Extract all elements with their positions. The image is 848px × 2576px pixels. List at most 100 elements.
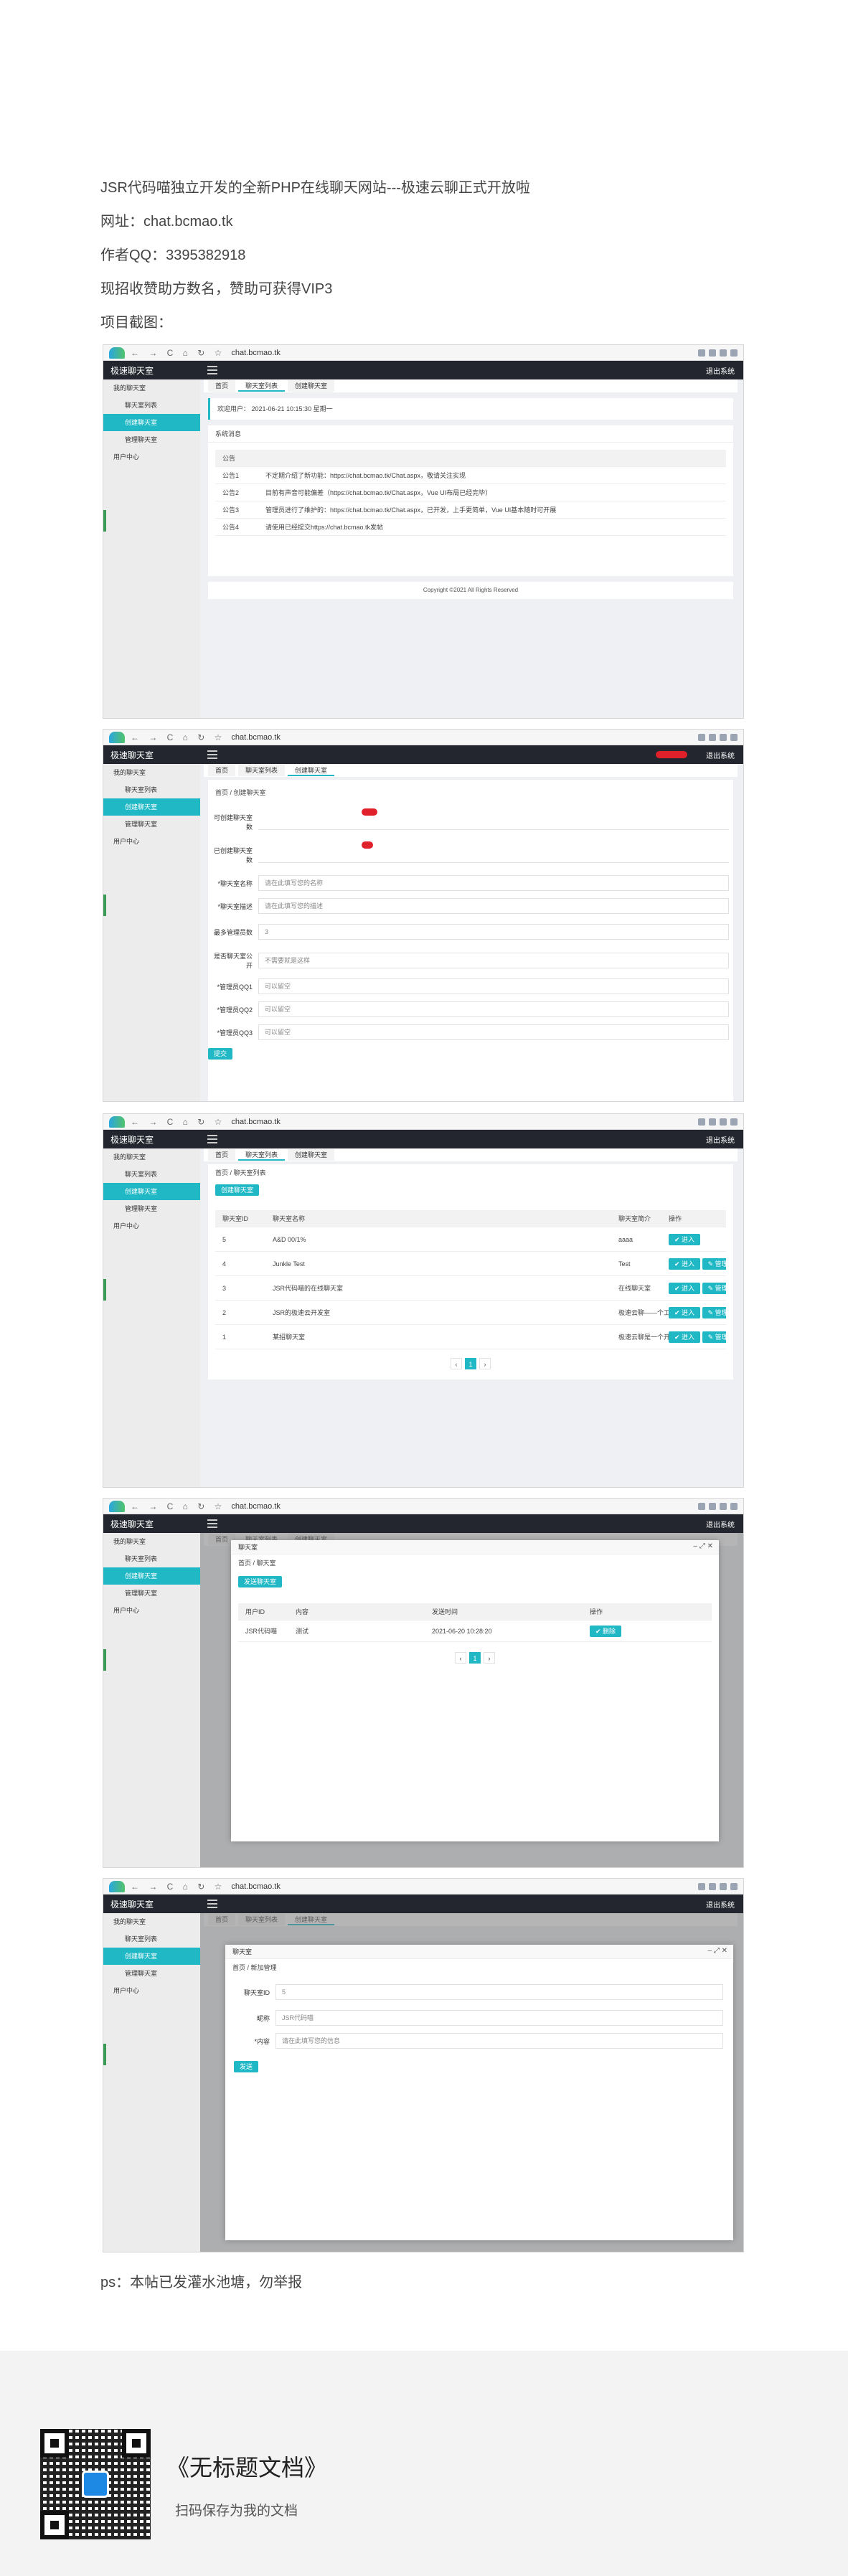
screenshot-home: ← → C ⌂ ↻ ☆ chat.bcmao.tk 极速聊天室 退出系统 我的聊… <box>103 344 744 719</box>
sidebar-item-create-room[interactable]: 创建聊天室 <box>103 414 200 431</box>
sidebar-item-manage-room[interactable]: 管理聊天室 <box>103 431 200 448</box>
browser-toolbar-icons <box>698 1502 738 1510</box>
screenshot-create-room: ← → C ⌂ ↻ ☆ chat.bcmao.tk 极速聊天室 退出系统 我的聊… <box>103 729 744 1102</box>
qr-code[interactable] <box>40 2429 151 2539</box>
browser-nav-icons[interactable]: ← → C ⌂ ↻ ☆ <box>131 1882 225 1892</box>
notice-card: 系统消息 公告 公告1 不定期介绍了新功能：https://chat.bcmao.… <box>208 425 733 576</box>
tab-bar: 首页 聊天室列表 创建聊天室 <box>204 1148 738 1161</box>
next-page-icon[interactable]: › <box>484 1652 495 1664</box>
intro-line-qq: 作者QQ：3395382918 <box>100 247 246 263</box>
browser-nav-icons[interactable]: ← → C ⌂ ↻ ☆ <box>131 1117 225 1127</box>
tab-room-list[interactable]: 聊天室列表 <box>238 380 286 392</box>
sidebar-item-manage-room[interactable]: 管理聊天室 <box>103 1200 200 1217</box>
next-page-icon[interactable]: › <box>479 1358 491 1369</box>
sidebar-item-my-rooms[interactable]: 我的聊天室 <box>103 379 200 397</box>
menu-toggle-icon[interactable] <box>207 1519 217 1528</box>
sidebar-item-my-rooms[interactable]: 我的聊天室 <box>103 1148 200 1166</box>
tab-home[interactable]: 首页 <box>208 1149 236 1161</box>
screenshot-room-messages: ← → C ⌂ ↻ ☆ chat.bcmao.tk 极速聊天室 退出系统 我的聊… <box>103 1498 744 1868</box>
breadcrumb: 首页 / 新加管理 <box>232 1964 277 1971</box>
sidebar-item-user-center[interactable]: 用户中心 <box>103 448 200 466</box>
manage-button[interactable]: ✎ 管理 <box>702 1331 726 1343</box>
sidebar-item-room-list[interactable]: 聊天室列表 <box>103 1930 200 1948</box>
ps-note: ps：本帖已发灌水池塘，勿举报 <box>100 2275 303 2290</box>
browser-url[interactable]: chat.bcmao.tk <box>231 1118 280 1126</box>
prev-page-icon[interactable]: ‹ <box>455 1652 466 1664</box>
sidebar-item-my-rooms[interactable]: 我的聊天室 <box>103 1533 200 1550</box>
sidebar-item-manage-room[interactable]: 管理聊天室 <box>103 816 200 833</box>
page-number[interactable]: 1 <box>469 1652 481 1664</box>
send-room-button[interactable]: 发送聊天室 <box>238 1576 283 1587</box>
sidebar-item-room-list[interactable]: 聊天室列表 <box>103 397 200 414</box>
browser-toolbar-icons <box>698 1882 738 1890</box>
browser-nav-icons[interactable]: ← → C ⌂ ↻ ☆ <box>131 1501 225 1511</box>
page-number[interactable]: 1 <box>465 1358 476 1369</box>
enter-button[interactable]: ✔ 进入 <box>669 1307 701 1318</box>
browser-url[interactable]: chat.bcmao.tk <box>231 349 280 357</box>
enter-button[interactable]: ✔ 进入 <box>669 1258 701 1270</box>
tab-create-room[interactable]: 创建聊天室 <box>288 765 335 776</box>
tab-create-room[interactable]: 创建聊天室 <box>288 1149 335 1161</box>
tab-room-list[interactable]: 聊天室列表 <box>238 765 286 776</box>
enter-button[interactable]: ✔ 进入 <box>669 1331 701 1343</box>
table-row: 3 JSR代码喵的在线聊天室 在线聊天室 ✔ 进入 ✎ 管理 <box>215 1276 726 1301</box>
sidebar-item-my-rooms[interactable]: 我的聊天室 <box>103 764 200 781</box>
browser-url[interactable]: chat.bcmao.tk <box>231 1502 280 1511</box>
welcome-text: 欢迎用户： 2021-06-21 10:15:30 星期一 <box>217 405 333 412</box>
manage-button[interactable]: ✎ 管理 <box>702 1283 726 1294</box>
breadcrumb: 首页 / 聊天室列表 <box>215 1169 266 1176</box>
menu-toggle-icon[interactable] <box>207 750 217 759</box>
sidebar-item-room-list[interactable]: 聊天室列表 <box>103 1550 200 1567</box>
sidebar-item-room-list[interactable]: 聊天室列表 <box>103 781 200 798</box>
app-topbar: 极速聊天室 退出系统 <box>103 361 743 379</box>
manage-button[interactable]: ✎ 管理 <box>702 1307 726 1318</box>
sidebar-item-create-room[interactable]: 创建聊天室 <box>103 1567 200 1585</box>
tab-create-room[interactable]: 创建聊天室 <box>288 380 335 392</box>
prev-page-icon[interactable]: ‹ <box>451 1358 462 1369</box>
submit-button[interactable]: 提交 <box>208 1048 233 1060</box>
menu-toggle-icon[interactable] <box>207 1135 217 1143</box>
create-room-button[interactable]: 创建聊天室 <box>215 1184 260 1196</box>
sidebar-item-create-room[interactable]: 创建聊天室 <box>103 1948 200 1965</box>
logout-link[interactable]: 退出系统 <box>706 1899 743 1910</box>
browser-nav-icons[interactable]: ← → C ⌂ ↻ ☆ <box>131 348 225 358</box>
browser-url[interactable]: chat.bcmao.tk <box>231 1882 280 1891</box>
edge-marker <box>103 2044 106 2065</box>
sidebar-item-my-rooms[interactable]: 我的聊天室 <box>103 1913 200 1930</box>
logout-link[interactable]: 退出系统 <box>706 1519 743 1529</box>
enter-button[interactable]: ✔ 进入 <box>669 1234 701 1245</box>
sidebar-item-create-room[interactable]: 创建聊天室 <box>103 798 200 816</box>
table-row: 2JSR的极速云开发室极速云聊——个工作室✔ 进入 ✎ 管理 <box>215 1301 726 1325</box>
close-icon[interactable]: – ⤢ ✕ <box>694 1542 714 1550</box>
close-icon[interactable]: – ⤢ ✕ <box>708 1947 728 1955</box>
browser-toolbar: ← → C ⌂ ↻ ☆ chat.bcmao.tk <box>103 345 743 361</box>
enter-button[interactable]: ✔ 进入 <box>669 1283 701 1294</box>
logout-link[interactable]: 退出系统 <box>706 1134 743 1145</box>
sidebar-item-create-room[interactable]: 创建聊天室 <box>103 1183 200 1200</box>
tab-home[interactable]: 首页 <box>208 765 236 776</box>
tab-home[interactable]: 首页 <box>208 380 236 392</box>
intro-line-website: 网址：chat.bcmao.tk <box>100 214 233 230</box>
logout-link[interactable]: 退出系统 <box>706 365 743 376</box>
browser-nav-icons[interactable]: ← → C ⌂ ↻ ☆ <box>131 732 225 742</box>
delete-button[interactable]: ✔ 删除 <box>590 1626 622 1637</box>
sidebar-item-manage-room[interactable]: 管理聊天室 <box>103 1965 200 1982</box>
send-button[interactable]: 发送 <box>234 2061 259 2072</box>
logout-link[interactable]: 退出系统 <box>706 750 743 760</box>
sidebar: 我的聊天室 聊天室列表 创建聊天室 管理聊天室 用户中心 <box>103 1148 200 1487</box>
sidebar-item-room-list[interactable]: 聊天室列表 <box>103 1166 200 1183</box>
room-list-card: 首页 / 聊天室列表 创建聊天室 聊天室ID 聊天室名称 聊天室简介 操作 5 A&D … <box>208 1164 733 1379</box>
sidebar-item-user-center[interactable]: 用户中心 <box>103 1217 200 1235</box>
browser-url[interactable]: chat.bcmao.tk <box>231 733 280 742</box>
sidebar-item-manage-room[interactable]: 管理聊天室 <box>103 1585 200 1602</box>
browser-toolbar: ← → C ⌂ ↻ ☆ chat.bcmao.tk <box>103 1879 743 1895</box>
menu-toggle-icon[interactable] <box>207 366 217 374</box>
browser-toolbar: ← → C ⌂ ↻ ☆ chat.bcmao.tk <box>103 730 743 745</box>
menu-toggle-icon[interactable] <box>207 1900 217 1908</box>
main-content: 首页 聊天室列表 创建聊天室 欢迎用户： 2021-06-21 10:15:30… <box>204 379 738 718</box>
sidebar-item-user-center[interactable]: 用户中心 <box>103 1602 200 1619</box>
manage-button[interactable]: ✎ 管理 <box>702 1258 726 1270</box>
tab-room-list[interactable]: 聊天室列表 <box>238 1149 286 1161</box>
sidebar-item-user-center[interactable]: 用户中心 <box>103 1982 200 1999</box>
sidebar-item-user-center[interactable]: 用户中心 <box>103 833 200 850</box>
